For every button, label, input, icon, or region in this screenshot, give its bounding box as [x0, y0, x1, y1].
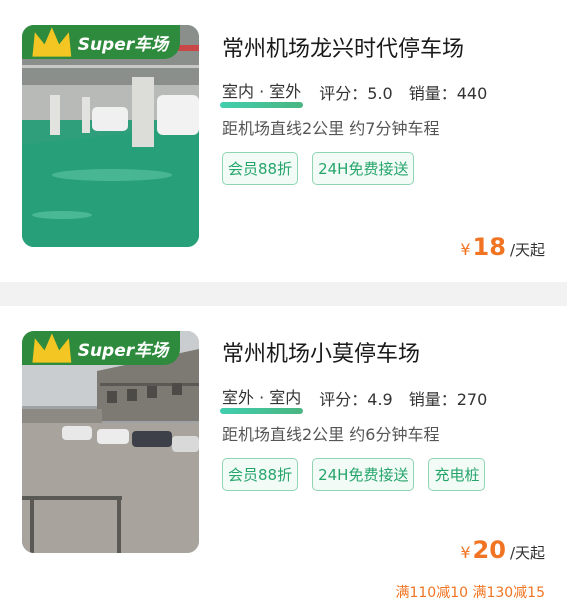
location-underline: [220, 102, 304, 108]
parking-title[interactable]: 常州机场龙兴时代停车场: [222, 31, 464, 63]
promo-discount: 满110减10 满130减15: [395, 585, 545, 601]
rating: 评分：5.0: [319, 84, 393, 103]
price-unit: /天起: [509, 544, 545, 562]
location-type-label: 室外 · 室内: [222, 388, 302, 407]
price: ¥ 18 /天起: [460, 233, 545, 261]
sales-count: 销量：270: [408, 390, 488, 409]
price-amount: 18: [472, 233, 506, 261]
location-type: 室内 · 室外: [220, 78, 304, 108]
tag-free-shuttle: 24H免费接送: [312, 458, 415, 491]
price: ¥ 20 /天起: [460, 536, 545, 564]
tag-list: 会员88折 24H免费接送: [222, 152, 522, 185]
tag-member-discount: 会员88折: [222, 152, 299, 185]
distance-info: 距机场直线2公里 约6分钟车程: [222, 425, 440, 444]
distance-info: 距机场直线2公里 约7分钟车程: [222, 119, 440, 138]
rating: 评分：4.9: [319, 390, 393, 409]
parking-meta: 室外 · 室内 评分：4.9 销量：270: [220, 384, 488, 414]
location-underline: [220, 408, 304, 414]
crown-icon: [32, 333, 72, 363]
price-currency: ¥: [460, 543, 471, 562]
tag-charging-station: 充电桩: [428, 458, 486, 491]
card-separator: [0, 282, 567, 306]
parking-photo: Super车场: [22, 331, 199, 553]
badge-label: Super车场: [77, 34, 169, 55]
location-type-label: 室内 · 室外: [222, 82, 302, 101]
price-unit: /天起: [509, 241, 545, 259]
tag-member-discount: 会员88折: [222, 458, 299, 491]
parking-card[interactable]: Super车场 常州机场小莫停车场 室外 · 室内 评分：4.9 销量：270 …: [0, 306, 567, 614]
tag-list: 会员88折 24H免费接送 充电桩: [222, 458, 522, 491]
parking-title[interactable]: 常州机场小莫停车场: [222, 336, 420, 368]
super-parking-badge: Super车场: [22, 25, 181, 59]
sales-count: 销量：440: [408, 84, 488, 103]
crown-icon: [32, 27, 72, 57]
parking-meta: 室内 · 室外 评分：5.0 销量：440: [220, 78, 488, 108]
super-parking-badge: Super车场: [22, 331, 181, 365]
tag-free-shuttle: 24H免费接送: [312, 152, 415, 185]
price-currency: ¥: [460, 240, 471, 259]
location-type: 室外 · 室内: [220, 384, 304, 414]
parking-photo: Super车场: [22, 25, 199, 247]
badge-label: Super车场: [77, 340, 169, 361]
parking-card[interactable]: Super车场 常州机场龙兴时代停车场 室内 · 室外 评分：5.0 销量：44…: [0, 0, 567, 282]
price-amount: 20: [472, 536, 506, 564]
